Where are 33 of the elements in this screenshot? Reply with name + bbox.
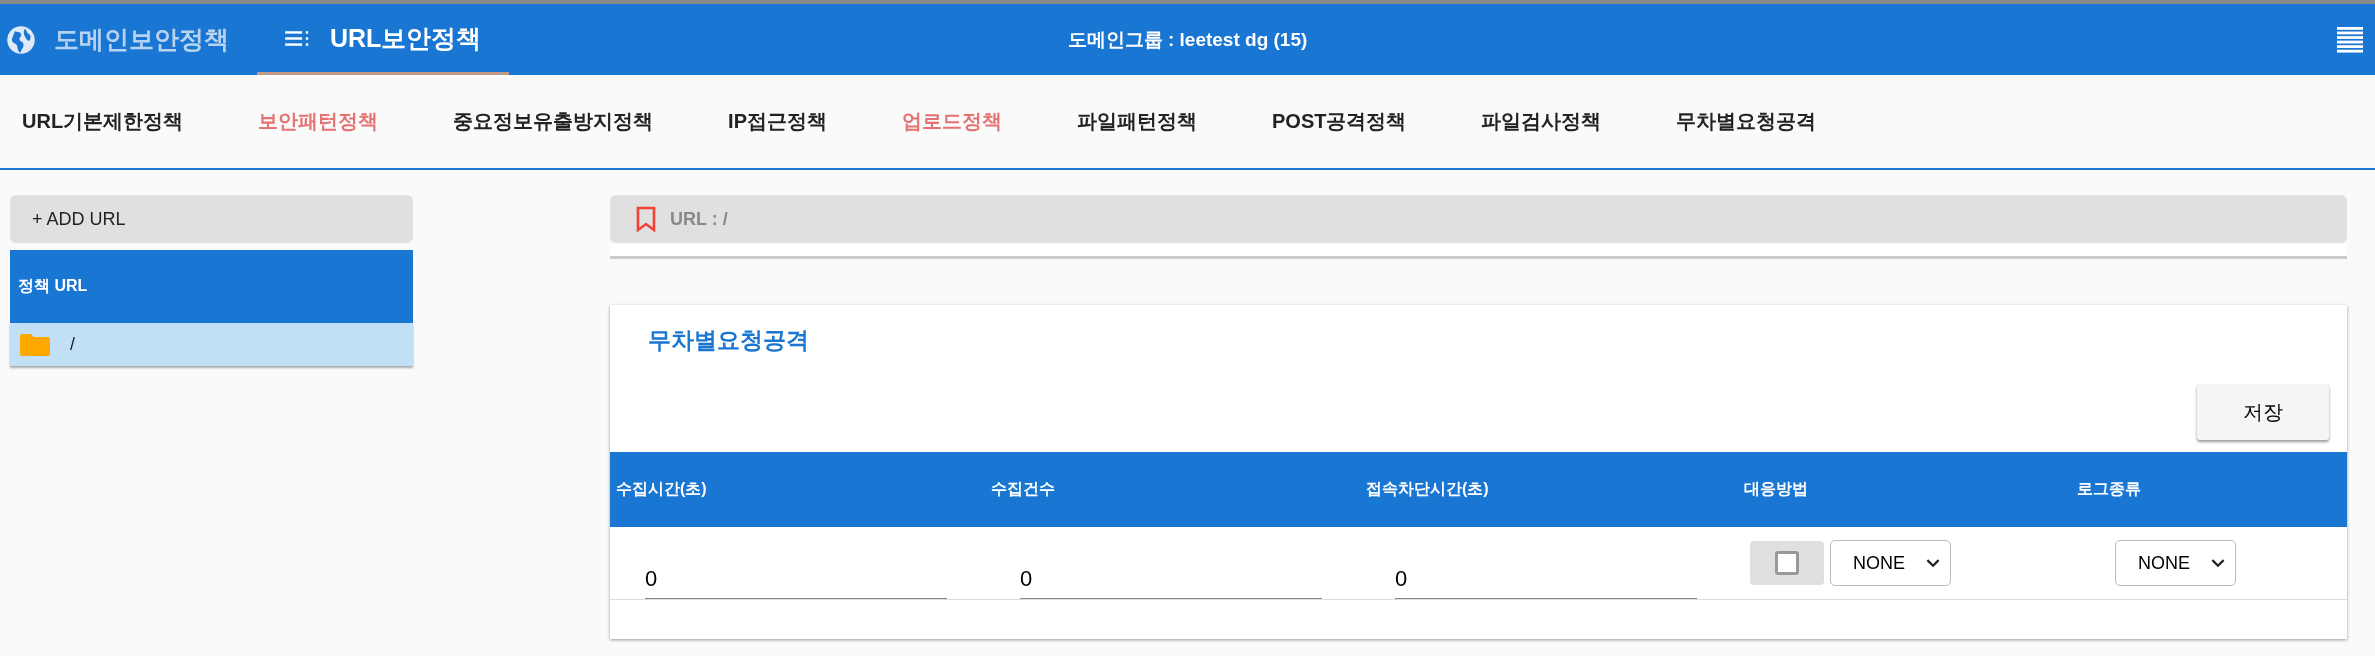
policy-tab[interactable]: URL기본제한정책 (22, 108, 184, 135)
save-button[interactable]: 저장 (2197, 384, 2329, 440)
input-field[interactable]: 0 (1020, 566, 1322, 599)
column-header: 정책 URL (10, 250, 413, 323)
url-path: / (70, 334, 75, 355)
column-header: 대응방법 (1743, 479, 1809, 499)
url-label: URL : / (670, 208, 728, 230)
dropdown[interactable]: NONE (2115, 540, 2236, 586)
url-list-item[interactable]: / (10, 323, 413, 366)
url-policy-tab[interactable]: URL보안정책 (257, 4, 510, 75)
policy-tab[interactable]: 무차별요청공격 (1676, 108, 1817, 135)
policy-tab[interactable]: 파일검사정책 (1481, 108, 1602, 135)
bookmark-icon (636, 206, 656, 232)
policy-tab[interactable]: 중요정보유출방지정책 (453, 108, 654, 135)
checkbox[interactable] (1750, 541, 1824, 585)
add-url-button[interactable]: + ADD URL (10, 195, 413, 243)
dropdown[interactable]: NONE (1830, 540, 1951, 586)
domain-group-label: 도메인그룹 : leetest dg (15) (1067, 27, 1308, 52)
input-field[interactable]: 0 (1395, 566, 1697, 599)
card-title: 무차별요청공격 (647, 326, 810, 355)
caret-icon (1926, 558, 1940, 568)
input-field[interactable]: 0 (645, 566, 947, 599)
column-header: 로그종류 (2076, 479, 2142, 499)
policy-tab[interactable]: POST공격정책 (1272, 108, 1407, 135)
column-header: 수집건수 (990, 479, 1056, 499)
column-header: 접속차단시간(초) (1365, 479, 1490, 499)
caret-icon (2211, 558, 2225, 568)
column-header: 수집시간(초) (615, 479, 708, 499)
globe-icon (6, 24, 36, 55)
policy-tab[interactable]: IP접근정책 (728, 108, 827, 135)
folder-icon (20, 332, 50, 357)
menu-icon[interactable] (2337, 26, 2363, 53)
policy-tab[interactable]: 파일패턴정책 (1077, 108, 1197, 135)
